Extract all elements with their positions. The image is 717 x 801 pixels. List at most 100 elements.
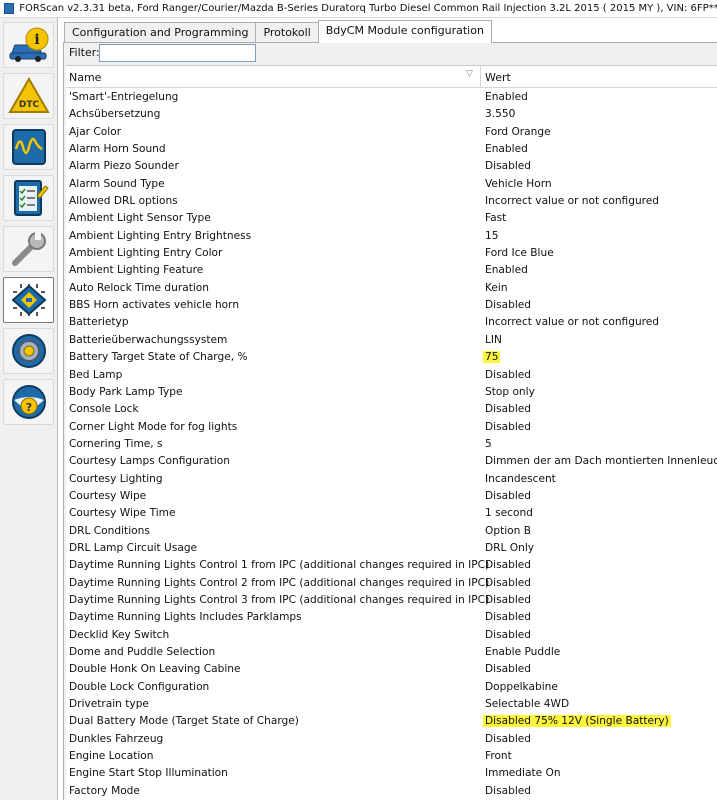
row-value[interactable]: Enabled	[483, 143, 530, 155]
table-row[interactable]: Ambient Lighting Entry Color Ford Ice Blu…	[66, 245, 717, 262]
row-value[interactable]: Disabled 75% 12V (Single Battery)	[483, 715, 671, 728]
table-row[interactable]: Auto Relock Time duration Kein	[66, 280, 717, 297]
table-row[interactable]: DRL Conditions Option B	[66, 523, 717, 540]
row-value[interactable]: Ford Ice Blue	[483, 247, 556, 259]
table-row[interactable]: Daytime Running Lights Control 3 from IP…	[66, 592, 717, 609]
table-row[interactable]: Daytime Running Lights Control 1 from IP…	[66, 557, 717, 574]
table-row[interactable]: Batterietyp Incorrect value or not config…	[66, 314, 717, 331]
table-row[interactable]: 'Smart'-Entriegelung Enabled	[66, 89, 717, 106]
table-row[interactable]: Ambient Lighting Feature Enabled	[66, 262, 717, 279]
table-row[interactable]: Battery Target State of Charge, % 75	[66, 349, 717, 366]
table-row[interactable]: Corner Light Mode for fog lights Disabled	[66, 419, 717, 436]
row-value[interactable]: 5	[483, 438, 494, 450]
row-value[interactable]: Disabled	[483, 490, 533, 502]
table-row[interactable]: Body Park Lamp Type Stop only	[66, 384, 717, 401]
table-row[interactable]: Allowed DRL options Incorrect value or no…	[66, 193, 717, 210]
table-row[interactable]: Courtesy Lamps Configuration Dimmen der a…	[66, 453, 717, 470]
row-value[interactable]: Stop only	[483, 386, 537, 398]
row-value[interactable]: 3.550	[483, 108, 517, 120]
row-value[interactable]: Enabled	[483, 264, 530, 276]
table-row[interactable]: Dome and Puddle Selection Enable Puddle	[66, 644, 717, 661]
table-row[interactable]: DRL Lamp Circuit Usage DRL Only	[66, 540, 717, 557]
table-row[interactable]: Double Honk On Leaving Cabine Disabled	[66, 661, 717, 678]
row-value[interactable]: LIN	[483, 334, 504, 346]
row-value[interactable]: Disabled	[483, 160, 533, 172]
row-value[interactable]: Ford Orange	[483, 126, 553, 138]
row-name: Allowed DRL options	[69, 195, 178, 208]
row-value[interactable]: Option B	[483, 525, 533, 537]
sidebar-item-info[interactable]: i	[3, 22, 54, 68]
row-value[interactable]: Doppelkabine	[483, 681, 560, 693]
table-row[interactable]: Engine Location Front	[66, 748, 717, 765]
row-value[interactable]: Front	[483, 750, 514, 762]
table-row[interactable]: Decklid Key Switch Disabled	[66, 627, 717, 644]
row-value[interactable]: Enable Puddle	[483, 646, 562, 658]
row-value[interactable]: Vehicle Horn	[483, 178, 554, 190]
row-name: Auto Relock Time duration	[69, 281, 209, 294]
table-row[interactable]: Alarm Piezo Sounder Disabled	[66, 158, 717, 175]
table-row[interactable]: Factory Mode Disabled	[66, 783, 717, 800]
row-value[interactable]: Incorrect value or not configured	[483, 316, 661, 328]
row-value[interactable]: Disabled	[483, 629, 533, 641]
table-row[interactable]: Ambient Lighting Entry Brightness 15	[66, 228, 717, 245]
row-value[interactable]: DRL Only	[483, 542, 536, 554]
table-row[interactable]: Alarm Horn Sound Enabled	[66, 141, 717, 158]
table-row[interactable]: Engine Start Stop Illumination Immediate …	[66, 765, 717, 782]
row-value[interactable]: Disabled	[483, 785, 533, 797]
column-divider[interactable]	[480, 66, 481, 87]
table-row[interactable]: Courtesy Wipe Disabled	[66, 488, 717, 505]
table-row[interactable]: Courtesy Wipe Time 1 second	[66, 505, 717, 522]
row-value[interactable]: Incorrect value or not configured	[483, 195, 661, 207]
row-value[interactable]: Disabled	[483, 577, 533, 589]
row-value[interactable]: Disabled	[483, 403, 533, 415]
table-row[interactable]: Dual Battery Mode (Target State of Charg…	[66, 713, 717, 730]
row-value[interactable]: Incandescent	[483, 473, 558, 485]
table-row[interactable]: Ajar Color Ford Orange	[66, 124, 717, 141]
table-row[interactable]: Ambient Light Sensor Type Fast	[66, 210, 717, 227]
row-value[interactable]: 15	[483, 230, 500, 242]
column-header-name[interactable]: Name	[69, 71, 101, 84]
row-value[interactable]: Disabled	[483, 611, 533, 623]
table-row[interactable]: Achsübersetzung 3.550	[66, 106, 717, 123]
table-row[interactable]: Courtesy Lighting Incandescent	[66, 471, 717, 488]
table-row[interactable]: Daytime Running Lights Includes Parklamp…	[66, 609, 717, 626]
table-row[interactable]: Drivetrain type Selectable 4WD	[66, 696, 717, 713]
sidebar-item-checklist[interactable]	[3, 175, 54, 221]
row-value[interactable]: Dimmen der am Dach montierten Innenleuch…	[483, 455, 717, 467]
row-value[interactable]: Disabled	[483, 733, 533, 745]
table-row[interactable]: Daytime Running Lights Control 2 from IP…	[66, 575, 717, 592]
tab-configuration-and-programming[interactable]: Configuration and Programming	[64, 22, 257, 43]
row-value[interactable]: Disabled	[483, 594, 533, 606]
grid-rows: 'Smart'-Entriegelung Enabled Achsübersetzu…	[66, 89, 717, 800]
table-row[interactable]: Cornering Time, s 5	[66, 436, 717, 453]
row-value[interactable]: 1 second	[483, 507, 535, 519]
sidebar-item-settings[interactable]	[3, 328, 54, 374]
row-value[interactable]: Disabled	[483, 369, 533, 381]
sidebar-item-oscilloscope[interactable]	[3, 124, 54, 170]
row-value[interactable]: Disabled	[483, 299, 533, 311]
table-row[interactable]: Console Lock Disabled	[66, 401, 717, 418]
sidebar-item-dtc[interactable]: DTC	[3, 73, 54, 119]
row-value[interactable]: 75	[483, 351, 501, 364]
tab-protokoll[interactable]: Protokoll	[255, 22, 319, 43]
sidebar-item-help[interactable]: ?	[3, 379, 54, 425]
table-row[interactable]: Alarm Sound Type Vehicle Horn	[66, 176, 717, 193]
filter-input[interactable]	[99, 44, 256, 62]
row-value[interactable]: Selectable 4WD	[483, 698, 571, 710]
table-row[interactable]: BBS Horn activates vehicle horn Disabled	[66, 297, 717, 314]
sidebar-item-configuration[interactable]	[3, 277, 54, 323]
table-row[interactable]: Double Lock Configuration Doppelkabine	[66, 679, 717, 696]
row-value[interactable]: Disabled	[483, 421, 533, 433]
table-row[interactable]: Bed Lamp Disabled	[66, 367, 717, 384]
column-header-value[interactable]: Wert	[485, 71, 511, 84]
row-value[interactable]: Disabled	[483, 559, 533, 571]
row-value[interactable]: Immediate On	[483, 767, 563, 779]
row-value[interactable]: Enabled	[483, 91, 530, 103]
table-row[interactable]: Batterieüberwachungssystem LIN	[66, 332, 717, 349]
row-value[interactable]: Disabled	[483, 663, 533, 675]
table-row[interactable]: Dunkles Fahrzeug Disabled	[66, 731, 717, 748]
row-value[interactable]: Fast	[483, 212, 508, 224]
sidebar-item-service[interactable]	[3, 226, 54, 272]
row-value[interactable]: Kein	[483, 282, 510, 294]
tab-bdycm-module-configuration[interactable]: BdyCM Module configuration	[317, 20, 492, 43]
